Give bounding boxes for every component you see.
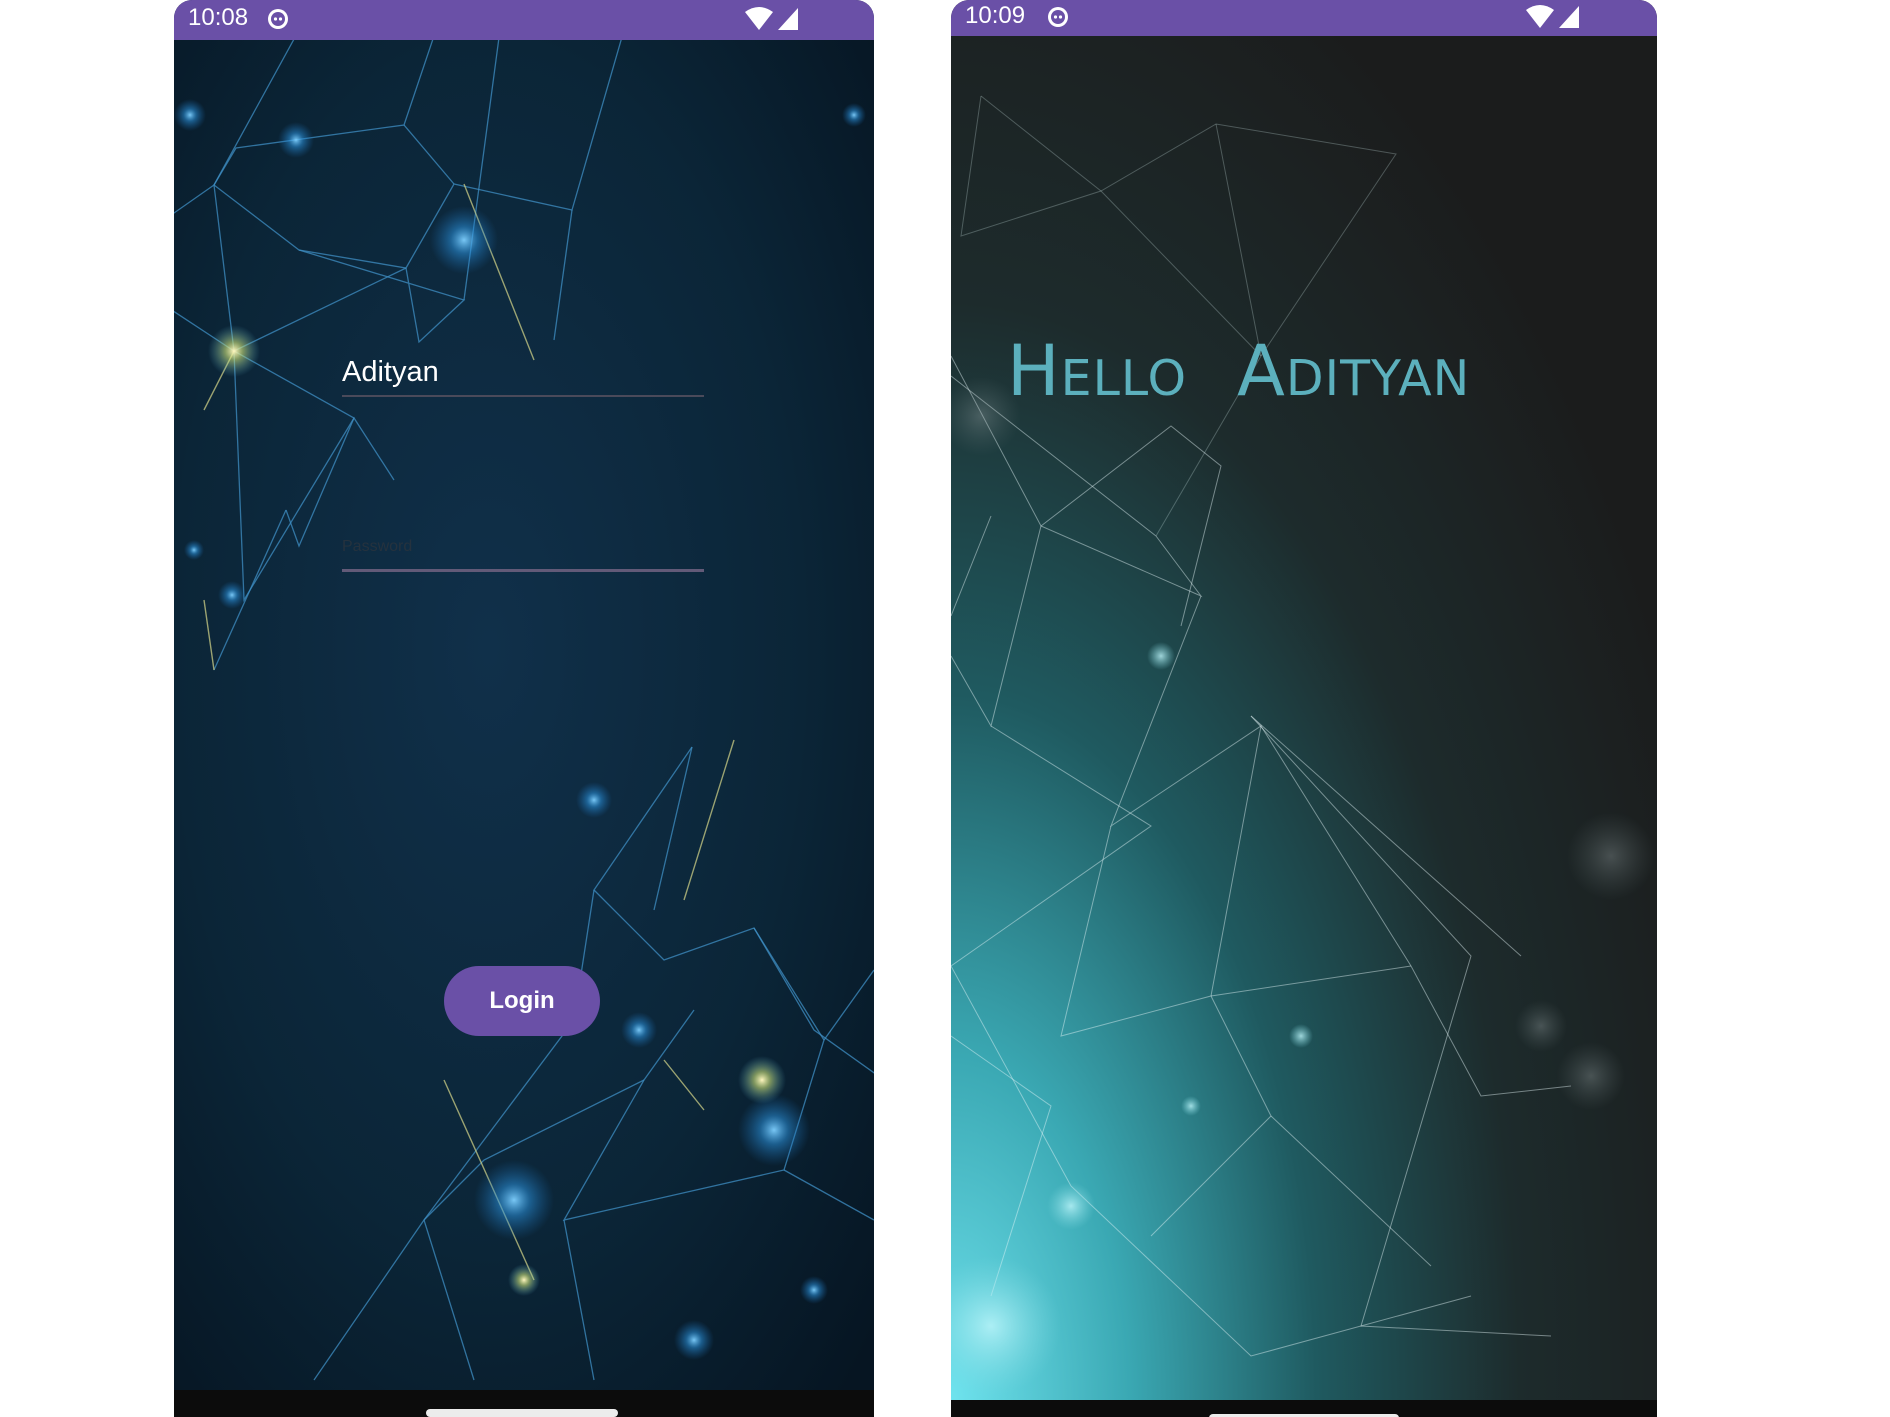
password-input[interactable]: [342, 525, 704, 572]
status-bar: 10:08: [174, 0, 874, 40]
wifi-icon: [745, 7, 773, 30]
status-bar: 10:09: [951, 0, 1657, 36]
greeting-text: Hello Adityan: [1007, 330, 1657, 412]
notification-app-icon: [1048, 7, 1068, 27]
network-background: [174, 40, 874, 1390]
login-screen: 10:08 Login: [174, 0, 874, 1417]
greeting-word-hello: Hello: [1007, 330, 1188, 412]
username-input[interactable]: [342, 349, 704, 397]
network-background: [951, 36, 1657, 1400]
login-button[interactable]: Login: [444, 966, 600, 1036]
greeting-word-name: Adityan: [1237, 330, 1471, 412]
home-gesture-handle[interactable]: [426, 1409, 618, 1417]
status-time: 10:08: [188, 4, 249, 31]
status-time: 10:09: [965, 2, 1026, 29]
notification-app-icon: [268, 9, 288, 29]
hello-screen: 10:09 Hello Adityan: [951, 0, 1657, 1417]
wifi-icon: [1526, 5, 1554, 28]
signal-icon: [778, 8, 798, 30]
signal-icon: [1559, 6, 1579, 28]
